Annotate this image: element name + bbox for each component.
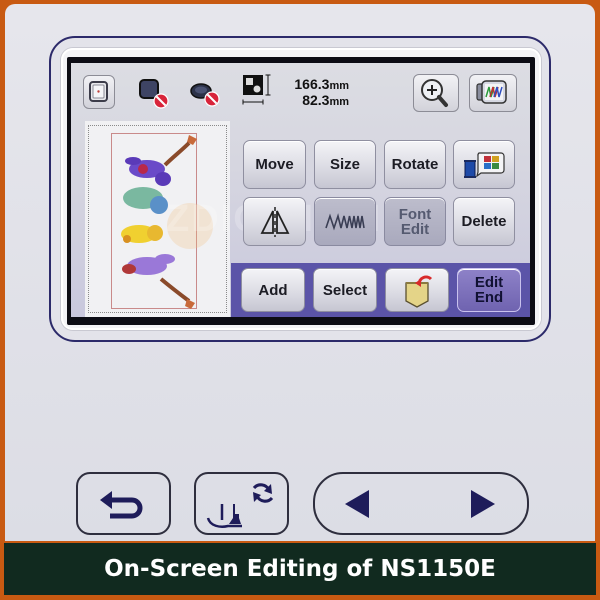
move-button[interactable]: Move <box>243 140 306 189</box>
thread-color-palette-icon <box>464 151 505 178</box>
zoom-button[interactable] <box>413 74 459 112</box>
delete-button[interactable]: Delete <box>453 197 515 246</box>
edit-end-button[interactable]: Edit End <box>457 268 521 312</box>
back-button[interactable] <box>76 472 171 535</box>
select-button[interactable]: Select <box>313 268 377 312</box>
memory-pocket-button[interactable] <box>385 268 449 312</box>
font-edit-button[interactable]: Font Edit <box>384 197 446 246</box>
mirror-flip-icon <box>260 206 289 237</box>
width-value: 82.3 <box>302 92 330 108</box>
edit-end-label-line2: End <box>474 289 504 306</box>
pattern-width-readout: 82.3mm <box>267 92 349 110</box>
zoom-in-icon <box>421 79 448 107</box>
rotate-button[interactable]: Rotate <box>384 140 446 189</box>
navigation-pill <box>313 472 529 535</box>
height-unit: mm <box>329 80 349 92</box>
watermark-logo <box>167 203 213 249</box>
memory-pocket-icon <box>405 275 433 308</box>
stitch-density-button[interactable] <box>314 197 376 246</box>
oval-frame-disabled-icon <box>190 83 220 107</box>
image-frame: 166.3mm 82.3mm Move Size Rotate Font Edi… <box>0 0 600 600</box>
back-icon <box>100 491 143 519</box>
thread-color-button[interactable] <box>453 140 515 189</box>
stitch-preview-icon <box>476 80 507 104</box>
presser-foot-button[interactable] <box>194 472 289 535</box>
mirror-button[interactable] <box>243 197 306 246</box>
previous-icon[interactable] <box>339 484 379 524</box>
width-unit: mm <box>329 96 349 108</box>
stitch-preview-button[interactable] <box>469 74 517 112</box>
font-edit-label-line1: Font <box>398 205 432 223</box>
next-icon[interactable] <box>461 484 501 524</box>
embroidery-frame-icon <box>89 81 108 102</box>
font-edit-label-line2: Edit <box>400 220 430 238</box>
add-button[interactable]: Add <box>241 268 305 312</box>
height-value: 166.3 <box>294 76 330 92</box>
caption-banner: On-Screen Editing of NS1150E <box>4 543 596 595</box>
size-button[interactable]: Size <box>314 140 376 189</box>
lcd-display: 166.3mm 82.3mm Move Size Rotate Font Edi… <box>71 63 530 317</box>
edit-end-label-line1: Edit <box>474 274 504 291</box>
stitch-density-icon <box>325 212 365 231</box>
presser-foot-icon <box>206 483 274 528</box>
frame-hoop-disabled-icon <box>139 79 169 109</box>
embroidery-frame-button[interactable] <box>83 75 115 109</box>
